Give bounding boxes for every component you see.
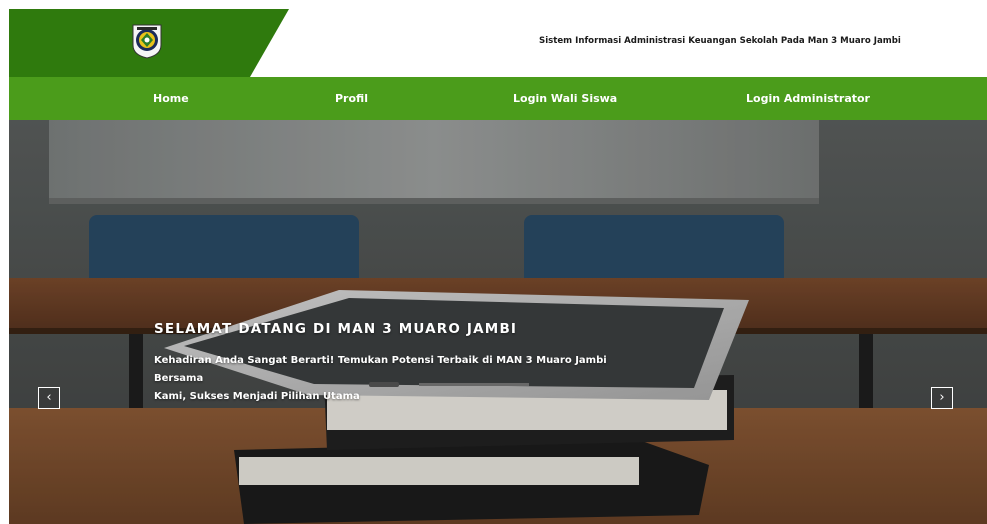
chevron-right-icon: › — [939, 390, 945, 405]
hero-description-line-2: Kami, Sukses Menjadi Pilihan Utama — [154, 391, 360, 402]
main-nav: Home Profil Login Wali Siswa Login Admin… — [9, 77, 987, 120]
site-title: Sistem Informasi Administrasi Keuangan S… — [539, 36, 901, 46]
slider-prev-button[interactable]: ‹ — [38, 387, 60, 409]
nav-item-login-administrator[interactable]: Login Administrator — [746, 77, 870, 120]
hero-slider: SELAMAT DATANG DI MAN 3 MUARO JAMBI Keha… — [9, 120, 987, 524]
hero-description: Kehadiran Anda Sangat Berarti! Temukan P… — [154, 352, 614, 406]
chevron-left-icon: ‹ — [46, 390, 52, 405]
hero-title: SELAMAT DATANG DI MAN 3 MUARO JAMBI — [154, 321, 518, 337]
school-emblem-icon[interactable] — [131, 23, 163, 59]
hero-description-line-1: Kehadiran Anda Sangat Berarti! Temukan P… — [154, 355, 607, 384]
slider-next-button[interactable]: › — [931, 387, 953, 409]
page-frame: Sistem Informasi Administrasi Keuangan S… — [9, 9, 987, 524]
nav-item-home[interactable]: Home — [153, 77, 189, 120]
nav-item-profil[interactable]: Profil — [335, 77, 368, 120]
nav-item-login-wali-siswa[interactable]: Login Wali Siswa — [513, 77, 617, 120]
site-header: Sistem Informasi Administrasi Keuangan S… — [9, 9, 987, 77]
